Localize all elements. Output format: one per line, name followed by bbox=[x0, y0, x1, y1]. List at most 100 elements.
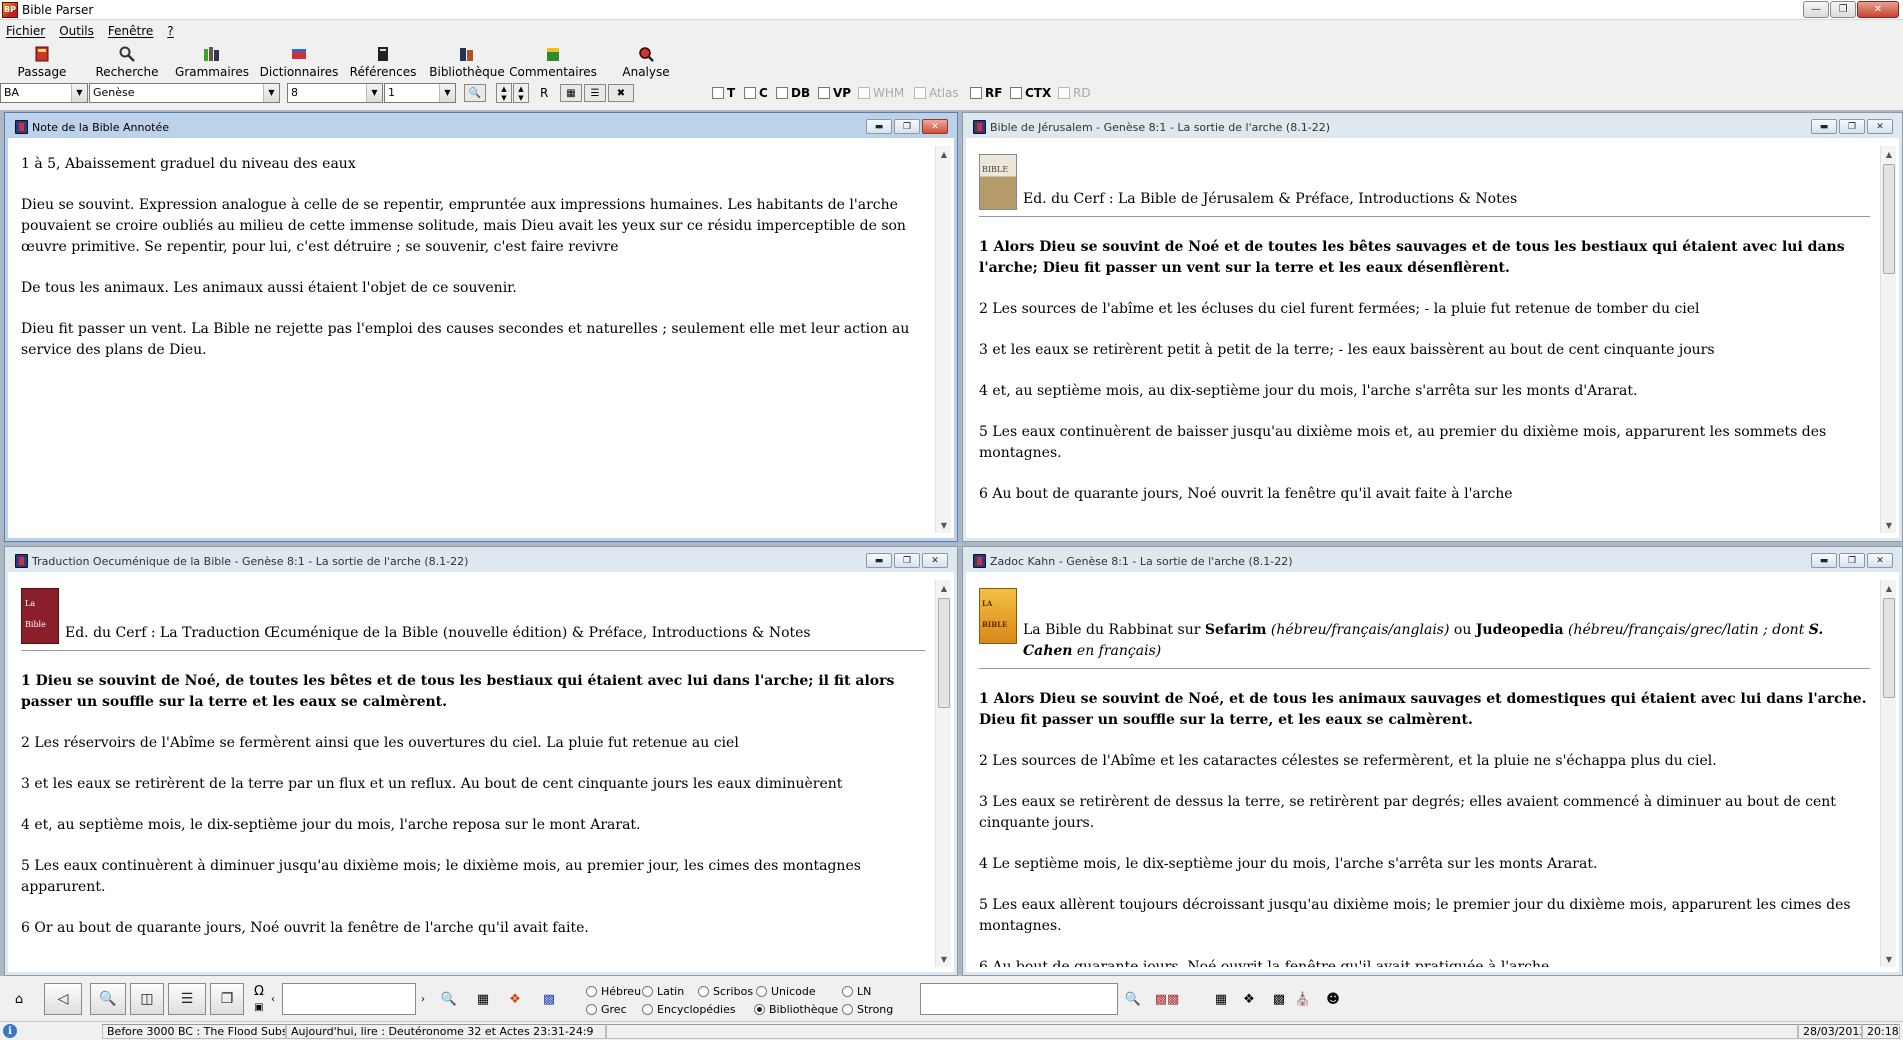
checkbox-atlas[interactable]: Atlas bbox=[914, 86, 959, 100]
checkbox-db[interactable]: DB bbox=[776, 86, 810, 100]
panel-minimize-button[interactable]: ▬ bbox=[866, 553, 892, 568]
panel-restore-button[interactable]: ❐ bbox=[894, 553, 920, 568]
dictionnaires-button[interactable]: Dictionnaires bbox=[260, 41, 338, 79]
layout-columns-button[interactable]: ◫ bbox=[130, 983, 164, 1015]
bibliotheque-button[interactable]: Bibliothèque bbox=[429, 41, 505, 79]
chapter-select[interactable]: 8 ▼ bbox=[287, 83, 383, 103]
color-books-icon[interactable]: ▦ bbox=[1208, 987, 1234, 1011]
search-icon[interactable]: 🔍 bbox=[1120, 987, 1146, 1011]
radio-strong[interactable]: Strong bbox=[842, 1003, 893, 1016]
r-label[interactable]: R bbox=[540, 86, 548, 100]
verse-spin-button[interactable]: ▲ ▼ bbox=[513, 83, 529, 103]
checkbox-t[interactable]: T bbox=[712, 86, 735, 100]
zoom-button[interactable]: 🔍 bbox=[90, 983, 126, 1015]
panel-title-bar[interactable]: Note de la Bible Annotée ▬ ❐ ✕ bbox=[8, 116, 954, 138]
scroll-down-icon[interactable]: ▼ bbox=[1881, 951, 1897, 967]
scroll-down-icon[interactable]: ▼ bbox=[936, 951, 952, 967]
checkbox-vp[interactable]: VP bbox=[818, 86, 851, 100]
panel-restore-button[interactable]: ❐ bbox=[1839, 553, 1865, 568]
books-icon[interactable]: ▩▩ bbox=[1154, 987, 1180, 1011]
scroll-up-icon[interactable]: ▲ bbox=[936, 146, 952, 162]
panel-title-bar[interactable]: Traduction Oecuménique de la Bible - Gen… bbox=[8, 550, 954, 572]
judeopedia-link[interactable]: Judeopedia bbox=[1476, 622, 1564, 638]
recherche-button[interactable]: Recherche bbox=[95, 41, 159, 79]
panel-zadoc-kahn[interactable]: Zadoc Kahn - Genèse 8:1 - La sortie de l… bbox=[962, 546, 1903, 976]
back-button[interactable]: ◁ bbox=[44, 983, 82, 1015]
radio-scribos[interactable]: Scribos bbox=[698, 985, 753, 998]
book-select[interactable]: Genèse ▼ bbox=[89, 83, 280, 103]
scroll-up-icon[interactable]: ▲ bbox=[936, 580, 952, 596]
layout-rows-button[interactable]: ☰ bbox=[168, 983, 206, 1015]
panel-restore-button[interactable]: ❐ bbox=[894, 119, 920, 134]
scroll-down-icon[interactable]: ▼ bbox=[1881, 517, 1897, 533]
panel-close-button[interactable]: ✕ bbox=[922, 119, 948, 134]
scroll-up-icon[interactable]: ▲ bbox=[1881, 580, 1897, 596]
radio-latin[interactable]: Latin bbox=[642, 985, 684, 998]
radio-hebreu[interactable]: Hébreu bbox=[586, 985, 641, 998]
panel-close-button[interactable]: ✕ bbox=[1867, 119, 1893, 134]
vertical-scrollbar[interactable]: ▲ ▼ bbox=[935, 580, 951, 967]
radio-encyclopedies[interactable]: Encyclopédies bbox=[642, 1003, 736, 1016]
panel-bible-jerusalem[interactable]: Bible de Jérusalem - Genèse 8:1 - La sor… bbox=[962, 112, 1903, 542]
menu-help[interactable]: ? bbox=[167, 24, 173, 38]
close-button[interactable]: ✕ bbox=[1857, 1, 1899, 18]
chapter-spin-button[interactable]: ▲ ▼ bbox=[496, 83, 512, 103]
vertical-scrollbar[interactable]: ▲ ▼ bbox=[935, 146, 951, 533]
radio-bibliotheque[interactable]: Bibliothèque bbox=[754, 1003, 838, 1016]
passage-button[interactable]: Passage bbox=[16, 41, 68, 79]
sefarim-link[interactable]: Sefarim bbox=[1205, 622, 1267, 638]
checkbox-whm[interactable]: WHM bbox=[858, 86, 904, 100]
radio-unicode[interactable]: Unicode bbox=[756, 985, 816, 998]
maximize-button[interactable]: ❐ bbox=[1830, 1, 1856, 18]
vertical-scrollbar[interactable]: ▲ ▼ bbox=[1880, 146, 1896, 533]
vertical-scrollbar[interactable]: ▲ ▼ bbox=[1880, 580, 1896, 967]
scroll-thumb[interactable] bbox=[1883, 598, 1895, 698]
version-select[interactable]: BA ▼ bbox=[0, 83, 88, 103]
scroll-up-icon[interactable]: ▲ bbox=[1881, 146, 1897, 162]
panel-title-bar[interactable]: Zadoc Kahn - Genèse 8:1 - La sortie de l… bbox=[966, 550, 1899, 572]
chart-icon[interactable]: ▩ bbox=[1266, 987, 1292, 1011]
minimize-button[interactable]: — bbox=[1803, 1, 1829, 18]
person-icon[interactable]: ☻ bbox=[1320, 987, 1346, 1011]
quick-search-input[interactable] bbox=[282, 983, 416, 1015]
panel-close-button[interactable]: ✕ bbox=[1867, 553, 1893, 568]
panel-close-button[interactable]: ✕ bbox=[922, 553, 948, 568]
panel-bible-annotee[interactable]: Note de la Bible Annotée ▬ ❐ ✕ 1 à 5, Ab… bbox=[4, 112, 958, 542]
panel-minimize-button[interactable]: ▬ bbox=[866, 119, 892, 134]
zoom-search-button[interactable]: 🔍 bbox=[464, 84, 486, 102]
books-view-button[interactable]: ▦ bbox=[560, 84, 582, 102]
library-search-input[interactable] bbox=[920, 983, 1118, 1015]
scroll-thumb[interactable] bbox=[938, 598, 950, 708]
menu-fenetre[interactable]: Fenêtre bbox=[108, 24, 153, 38]
checkbox-c[interactable]: C bbox=[744, 86, 768, 100]
panel-restore-button[interactable]: ❐ bbox=[1839, 119, 1865, 134]
panel-minimize-button[interactable]: ▬ bbox=[1811, 553, 1837, 568]
radio-grec[interactable]: Grec bbox=[586, 1003, 627, 1016]
bar-chart-icon[interactable]: ▩ bbox=[536, 987, 562, 1011]
commentaires-button[interactable]: Commentaires bbox=[509, 41, 597, 79]
home-icon[interactable]: ⌂ bbox=[6, 987, 32, 1011]
panel-minimize-button[interactable]: ▬ bbox=[1811, 119, 1837, 134]
references-button[interactable]: Références bbox=[350, 41, 416, 79]
stacked-books-button[interactable]: ☰ bbox=[584, 84, 606, 102]
scroll-down-icon[interactable]: ▼ bbox=[936, 517, 952, 533]
menu-fichier[interactable]: Fichier bbox=[6, 24, 45, 38]
search-icon[interactable]: 🔍 bbox=[436, 987, 462, 1011]
analyse-button[interactable]: Analyse bbox=[620, 41, 672, 79]
chevron-right-icon[interactable]: › bbox=[416, 987, 430, 1011]
chevron-left-icon[interactable]: ‹ bbox=[266, 987, 280, 1011]
verse-select[interactable]: 1 ▼ bbox=[384, 83, 456, 103]
panel-tob[interactable]: Traduction Oecuménique de la Bible - Gen… bbox=[4, 546, 958, 976]
temple-icon[interactable]: ⛪ bbox=[1290, 987, 1316, 1011]
checkbox-rf[interactable]: RF bbox=[970, 86, 1002, 100]
tools-button[interactable]: ✖ bbox=[608, 84, 634, 102]
pattern-icon[interactable]: ❖ bbox=[502, 987, 528, 1011]
radio-ln[interactable]: LN bbox=[842, 985, 871, 998]
menu-outils[interactable]: Outils bbox=[59, 24, 94, 38]
pattern-icon[interactable]: ❖ bbox=[1236, 987, 1262, 1011]
grammaires-button[interactable]: Grammaires bbox=[175, 41, 249, 79]
checkbox-rd[interactable]: RD bbox=[1058, 86, 1091, 100]
checkbox-ctx[interactable]: CTX bbox=[1010, 86, 1051, 100]
grid-icon[interactable]: ▦ bbox=[470, 987, 496, 1011]
layout-windows-button[interactable]: ❐ bbox=[210, 983, 244, 1015]
